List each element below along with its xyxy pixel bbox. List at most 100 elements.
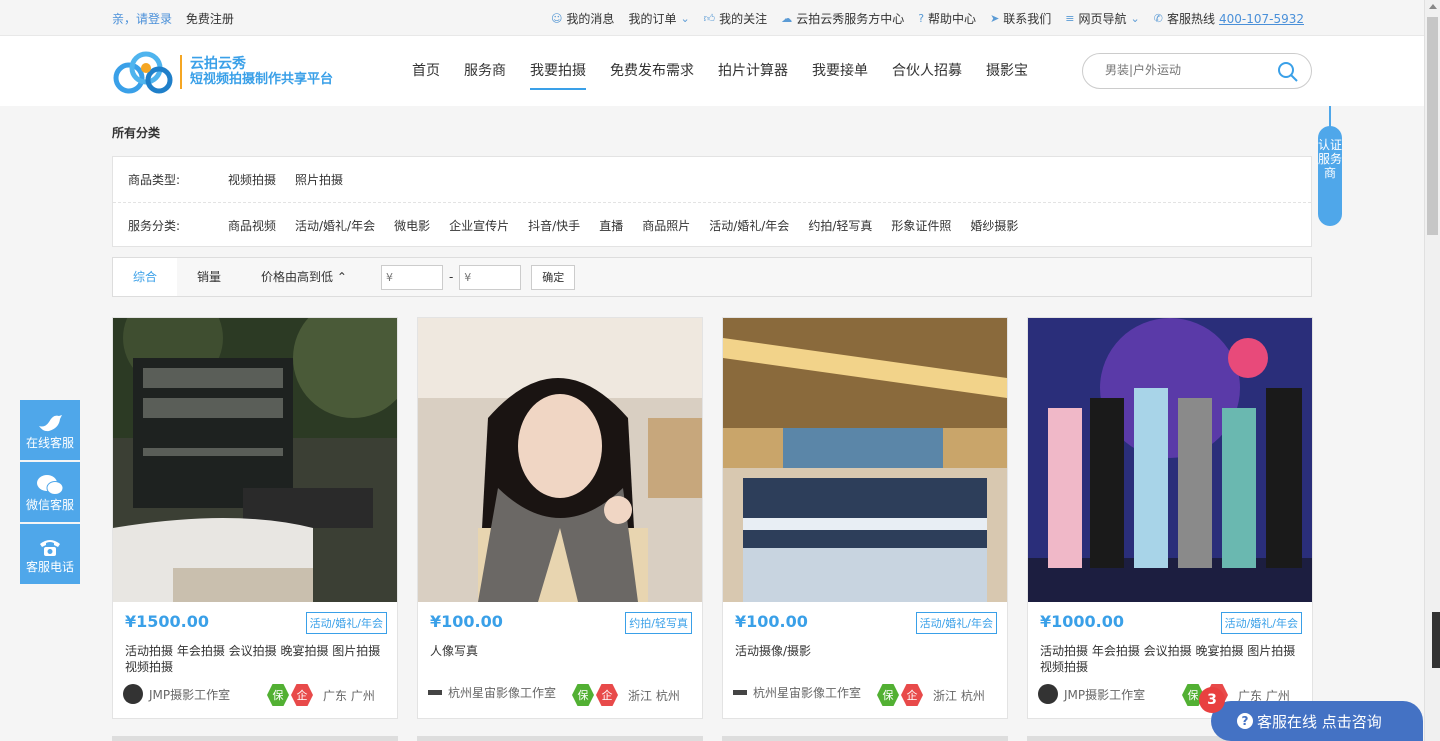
product-card[interactable]: ¥1000.00 活动/婚礼/年会 活动拍摄 年会拍摄 会议拍摄 晚宴拍摄 图片… [1027, 317, 1313, 719]
max-price-input[interactable] [459, 264, 522, 290]
badges: 保企 [572, 684, 618, 706]
shop[interactable]: 杭州星宙影像工作室 [428, 684, 556, 701]
service-option[interactable]: 婚纱摄影 [970, 217, 1018, 234]
search-input[interactable] [1105, 63, 1265, 77]
service-option[interactable]: 微电影 [394, 217, 430, 234]
service-option[interactable]: 约拍/轻写真 [808, 217, 872, 234]
send-icon: ➤ [990, 12, 1000, 25]
sort-bar: 综合 销量 价格由高到低 ⌃ - 确定 [112, 257, 1312, 297]
login-area: 亲，请登录 免费注册 [112, 10, 234, 27]
thumb-icon: 👍︎ [703, 12, 716, 25]
top-bar: 亲，请登录 免费注册 ☺ 我的消息 我的订单 ⌄ 👍︎ 我的关注 ☁ 云拍云秀服务方中心… [0, 0, 1424, 36]
bird-icon [20, 400, 80, 434]
product-card[interactable]: ¥1500.00 活动/婚礼/年会 活动拍摄 年会拍摄 会议拍摄 晚宴拍摄 图片… [112, 317, 398, 719]
chevron-up-icon: ⌃ [336, 270, 347, 284]
contact-us-label: 联系我们 [1003, 12, 1052, 26]
nav-post-demand[interactable]: 免费发布需求 [610, 36, 694, 106]
product-image[interactable] [1028, 318, 1312, 602]
nav-home[interactable]: 首页 [412, 36, 440, 106]
min-price-input[interactable] [380, 264, 443, 290]
online-service-button[interactable]: 在线客服 [20, 400, 80, 460]
nav-providers[interactable]: 服务商 [464, 36, 506, 106]
certified-provider-tab[interactable]: 认证服务商 [1318, 126, 1342, 226]
nav-take-orders[interactable]: 我要接单 [812, 36, 868, 106]
shop[interactable]: 杭州星宙影像工作室 [733, 684, 861, 701]
unread-count-badge: 3 [1199, 687, 1225, 713]
product-card[interactable]: ¥100.00 约拍/轻写真 人像写真 杭州星宙影像工作室 保企 浙江 杭州 [417, 317, 703, 719]
type-option[interactable]: 视频拍摄 [228, 171, 276, 188]
shop[interactable]: JMP摄影工作室 [123, 684, 230, 704]
service-center-label: 云拍云秀服务方中心 [796, 12, 905, 26]
sort-tab-sales[interactable]: 销量 [177, 258, 241, 296]
price: ¥100.00 [735, 612, 808, 631]
nav-calculator[interactable]: 拍片计算器 [718, 36, 788, 106]
contact-us-link[interactable]: ➤ 联系我们 [990, 10, 1051, 27]
help-center-link[interactable]: ? 帮助中心 [918, 10, 976, 27]
wechat-icon [20, 462, 80, 496]
product-card[interactable]: ¥100.00 活动/婚礼/年会 活动摄像/摄影 杭州星宙影像工作室 保企 浙江… [722, 317, 1008, 719]
enterprise-badge: 企 [596, 684, 618, 706]
register-link[interactable]: 免费注册 [186, 12, 234, 26]
nav-shoot[interactable]: 我要拍摄 [530, 36, 586, 106]
card-peek [112, 736, 398, 741]
service-center-link[interactable]: ☁ 云拍云秀服务方中心 [781, 10, 904, 27]
shop-name: JMP摄影工作室 [149, 687, 231, 702]
logo[interactable]: 云拍云秀 短视频拍摄制作共享平台 [112, 48, 333, 96]
message-icon: ☺ [550, 12, 563, 25]
product-image[interactable] [723, 318, 1007, 602]
location: 广东 广州 [323, 689, 375, 703]
service-option[interactable]: 活动/婚礼/年会 [709, 217, 789, 234]
wechat-service-button[interactable]: 微信客服 [20, 462, 80, 522]
logo-title: 云拍云秀 [190, 56, 246, 72]
shop-name: JMP摄影工作室 [1064, 687, 1146, 702]
login-link[interactable]: 亲，请登录 [112, 12, 172, 26]
card-peek [417, 736, 703, 741]
description[interactable]: 活动拍摄 年会拍摄 会议拍摄 晚宴拍摄 图片拍摄 视频拍摄 [1040, 643, 1300, 675]
sort-tab-default[interactable]: 综合 [113, 258, 178, 296]
confirm-button[interactable]: 确定 [531, 264, 576, 290]
scroll-up-arrow[interactable] [1429, 4, 1437, 9]
my-messages-link[interactable]: ☺ 我的消息 [551, 10, 614, 27]
help-center-label: 帮助中心 [928, 12, 977, 26]
category-tag: 活动/婚礼/年会 [305, 612, 387, 634]
service-option[interactable]: 抖音/快手 [528, 217, 580, 234]
service-option[interactable]: 活动/婚礼/年会 [295, 217, 375, 234]
breadcrumb: 所有分类 [112, 126, 161, 140]
service-option[interactable]: 企业宣传片 [449, 217, 509, 234]
service-option[interactable]: 直播 [599, 217, 623, 234]
sort-tab-price[interactable]: 价格由高到低 ⌃ [241, 258, 367, 296]
search-box [1082, 53, 1312, 89]
chevron-down-icon: ⌄ [680, 12, 690, 25]
product-image[interactable] [113, 318, 397, 602]
phone-icon: ✆ [1153, 12, 1163, 25]
hotline-number[interactable]: 400-107-5932 [1219, 12, 1304, 26]
card-peek [722, 736, 1008, 741]
my-orders-link[interactable]: 我的订单 ⌄ [628, 10, 689, 27]
phone-service-button[interactable]: 客服电话 [20, 524, 80, 584]
location: 浙江 杭州 [933, 689, 985, 703]
shop-name: 杭州星宙影像工作室 [753, 686, 862, 700]
enterprise-badge: 企 [901, 684, 923, 706]
side-widget[interactable] [1432, 612, 1440, 668]
nav-photo-treasure[interactable]: 摄影宝 [986, 36, 1028, 106]
scrollbar-thumb[interactable] [1427, 17, 1438, 235]
search-icon[interactable] [1277, 61, 1299, 83]
type-option[interactable]: 照片拍摄 [295, 171, 343, 188]
shop-avatar [1038, 684, 1058, 704]
site-nav-link[interactable]: ≡ 网页导航 ⌄ [1065, 10, 1139, 27]
service-option[interactable]: 商品视频 [228, 217, 276, 234]
service-option[interactable]: 商品照片 [642, 217, 690, 234]
product-image[interactable] [418, 318, 702, 602]
my-follows-link[interactable]: 👍︎ 我的关注 [704, 10, 768, 27]
description[interactable]: 活动拍摄 年会拍摄 会议拍摄 晚宴拍摄 图片拍摄 视频拍摄 [125, 643, 385, 675]
service-option[interactable]: 形象证件照 [891, 217, 951, 234]
shop[interactable]: JMP摄影工作室 [1038, 684, 1145, 704]
chat-consult-button[interactable]: 3 ? 客服在线 点击咨询 [1199, 687, 1423, 741]
description[interactable]: 人像写真 [430, 643, 690, 659]
site-nav-label: 网页导航 [1078, 12, 1127, 26]
description[interactable]: 活动摄像/摄影 [735, 643, 995, 659]
nav-partner[interactable]: 合伙人招募 [892, 36, 962, 106]
guarantee-badge: 保 [877, 684, 899, 706]
price: ¥1000.00 [1040, 612, 1125, 631]
hotline-label: 客服热线 [1166, 12, 1215, 26]
